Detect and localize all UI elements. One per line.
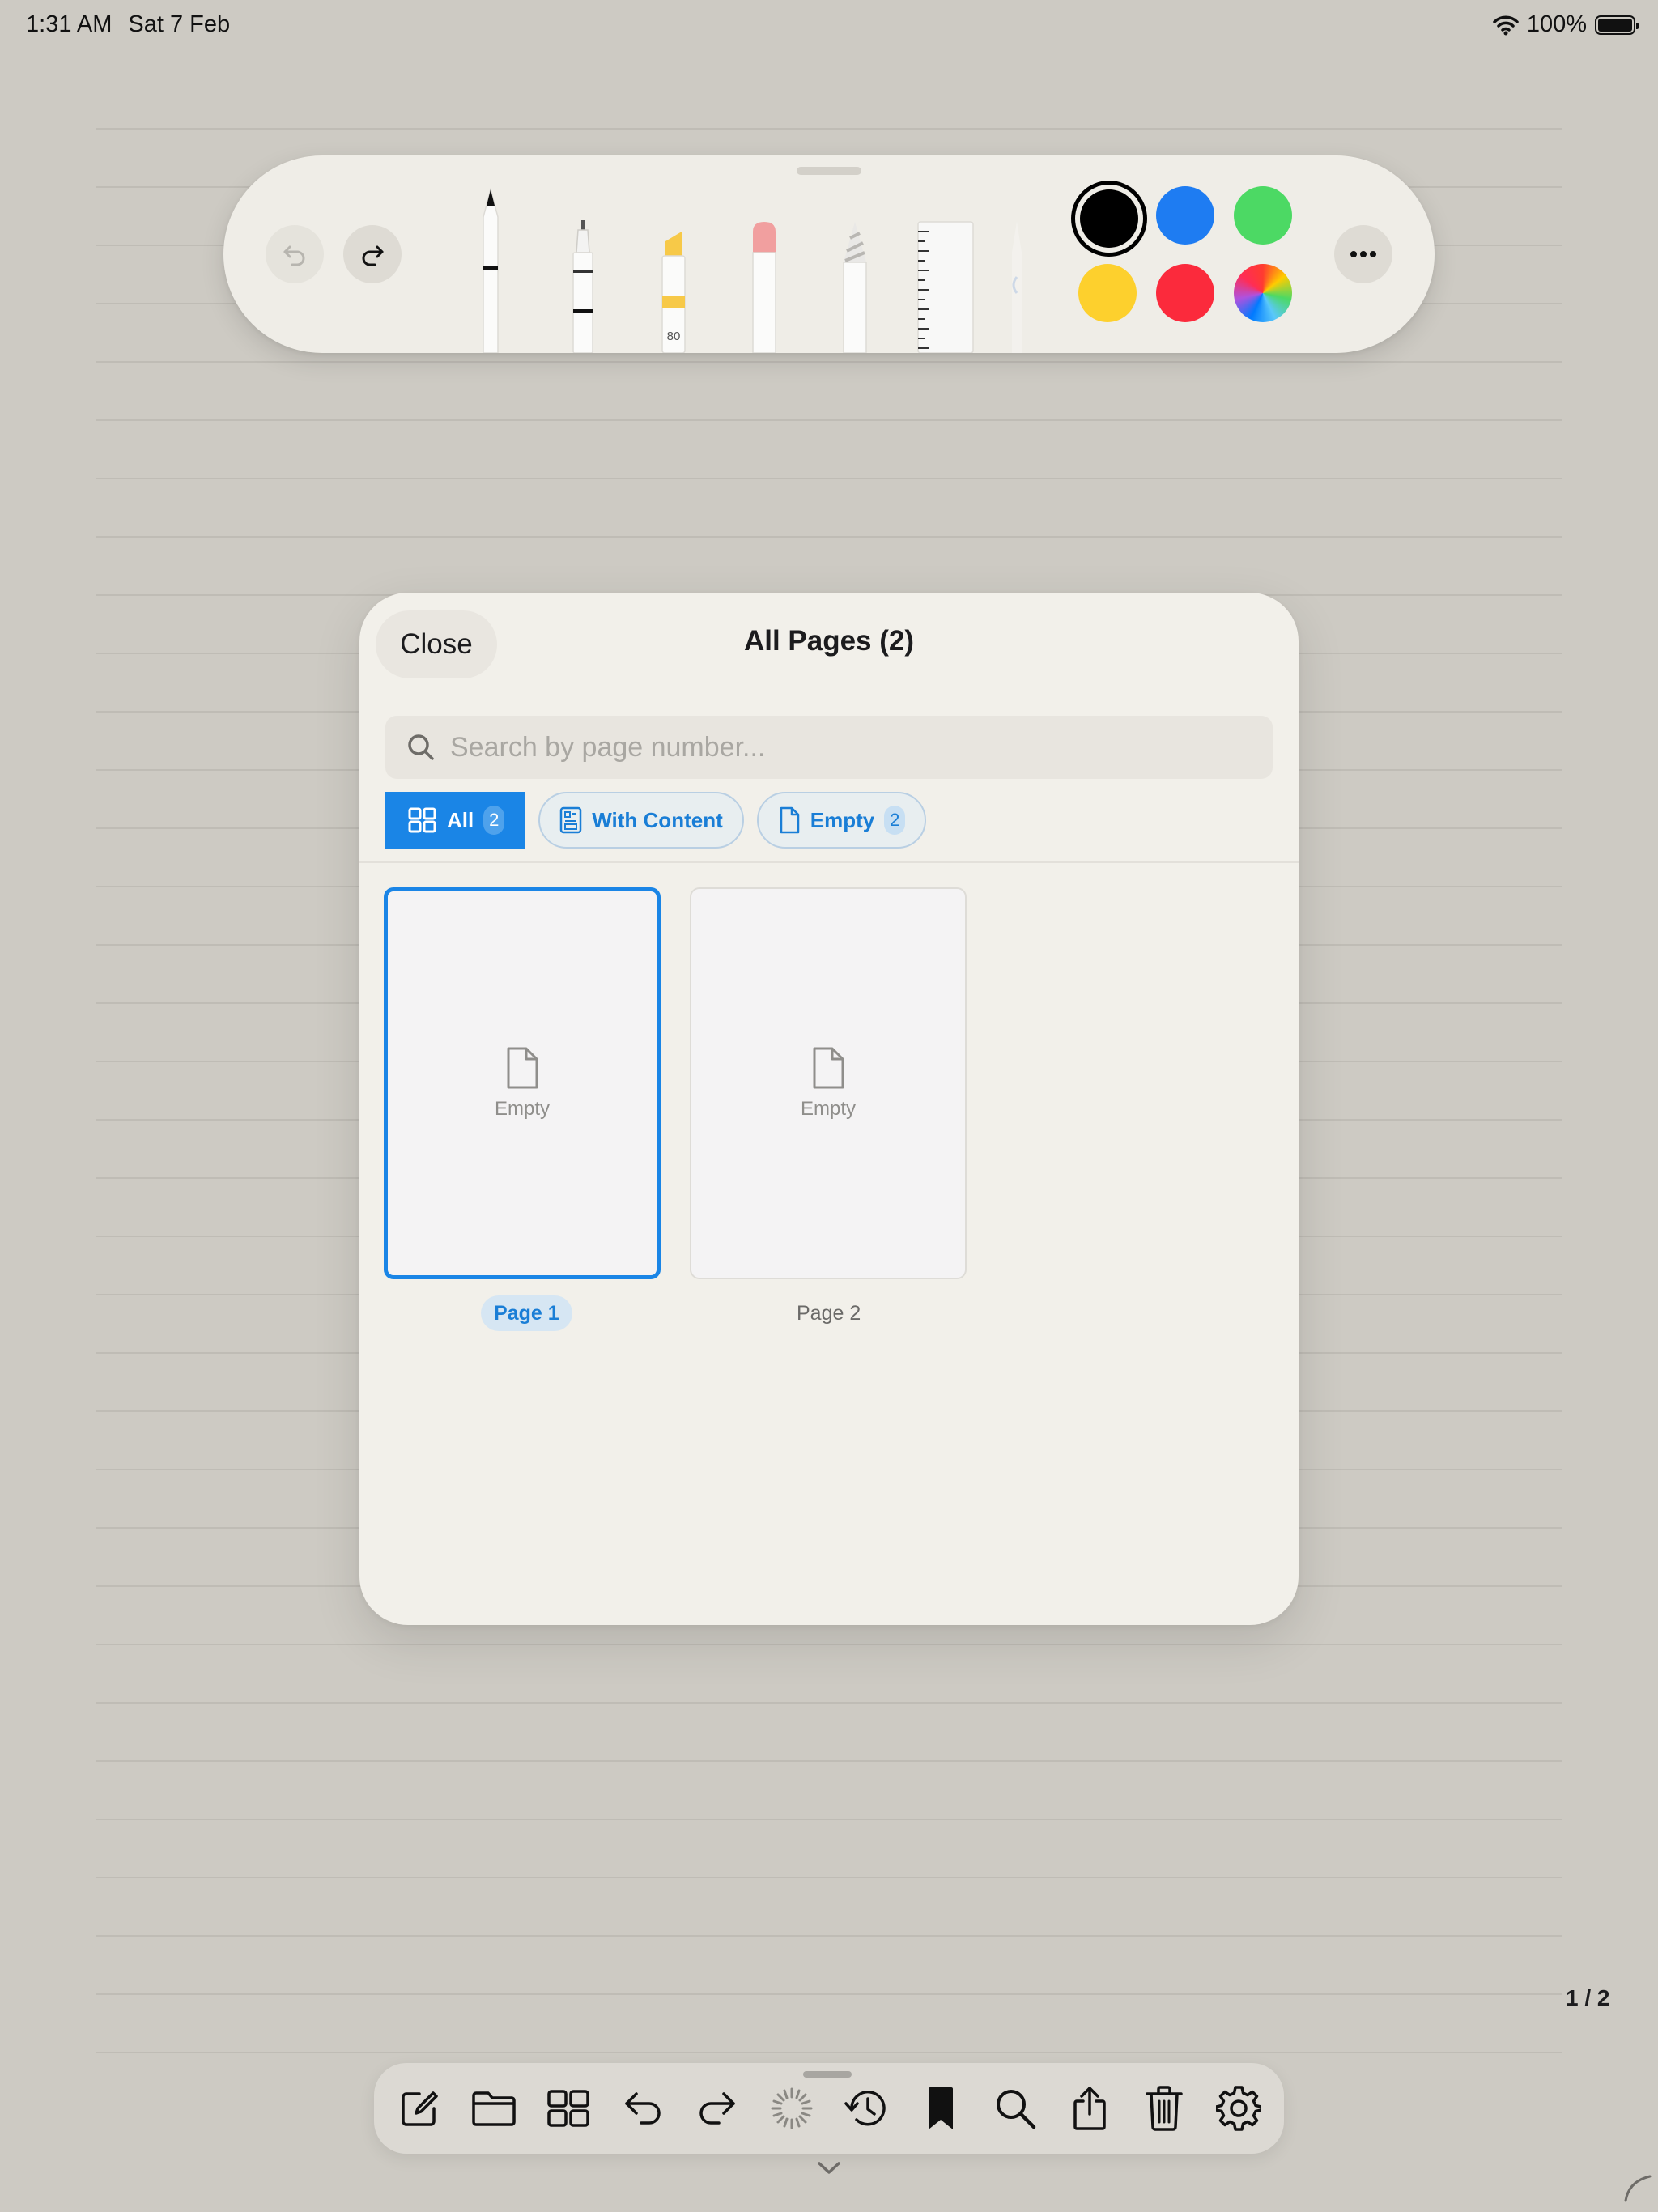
ruled-line bbox=[96, 1935, 1562, 1937]
folder-button[interactable] bbox=[468, 2082, 520, 2134]
undo-icon bbox=[625, 2092, 661, 2125]
grid-icon bbox=[547, 2090, 589, 2127]
color-swatch-red[interactable] bbox=[1156, 264, 1214, 322]
status-time-date: 1:31 AM Sat 7 Feb bbox=[26, 11, 230, 38]
page-empty-label: Empty bbox=[800, 1098, 856, 1120]
filter-chips: All 2 With Content Empty 2 bbox=[385, 792, 927, 849]
collapse-chevron-icon[interactable] bbox=[816, 2160, 842, 2176]
lasso-tool-icon[interactable] bbox=[1007, 220, 1027, 353]
page-empty-label: Empty bbox=[494, 1098, 550, 1120]
battery-percent: 100% bbox=[1526, 11, 1587, 37]
page-thumbnail-1[interactable]: Empty bbox=[384, 887, 661, 1279]
toolbar-grabber[interactable] bbox=[797, 167, 861, 175]
color-swatch-green[interactable] bbox=[1234, 186, 1292, 245]
highlighter-size-label: 80 bbox=[667, 330, 681, 343]
panel-title: All Pages (2) bbox=[743, 625, 915, 657]
search-input[interactable] bbox=[450, 731, 1273, 764]
loading-icon bbox=[771, 2087, 813, 2129]
filter-with-content-label: With Content bbox=[592, 807, 723, 832]
redo-icon bbox=[699, 2092, 735, 2125]
filter-all[interactable]: All 2 bbox=[385, 792, 526, 849]
sync-button[interactable] bbox=[766, 2082, 818, 2134]
search-button[interactable] bbox=[989, 2082, 1041, 2134]
color-swatch-black[interactable] bbox=[1080, 189, 1138, 248]
bottom-toolbar bbox=[374, 2063, 1284, 2154]
undo-button[interactable] bbox=[617, 2082, 669, 2134]
search-bar[interactable] bbox=[385, 716, 1273, 779]
history-icon bbox=[844, 2091, 886, 2126]
panel-divider bbox=[359, 861, 1299, 863]
ruled-line bbox=[96, 1760, 1562, 1762]
ruled-line bbox=[96, 128, 1562, 130]
history-button[interactable] bbox=[840, 2082, 892, 2134]
trash-icon bbox=[1146, 2086, 1183, 2131]
share-button[interactable] bbox=[1064, 2082, 1116, 2134]
status-time: 1:31 AM bbox=[26, 11, 113, 37]
redo-icon bbox=[362, 245, 384, 266]
folder-icon bbox=[472, 2091, 516, 2126]
document-content-icon bbox=[559, 806, 582, 834]
color-swatch-blue[interactable] bbox=[1156, 186, 1214, 245]
page-counter: 1 / 2 bbox=[1566, 1985, 1610, 2010]
fineliner-tool-icon[interactable] bbox=[562, 220, 604, 353]
ruled-line bbox=[96, 361, 1562, 363]
color-picker-wheel[interactable] bbox=[1234, 264, 1292, 322]
undo-icon bbox=[283, 245, 305, 266]
page-label-1: Page 1 bbox=[481, 1295, 572, 1331]
bottom-toolbar-grabber[interactable] bbox=[803, 2071, 852, 2078]
filter-empty-count: 2 bbox=[884, 806, 906, 835]
highlighter-tool-icon[interactable]: 80 bbox=[651, 223, 696, 353]
status-date: Sat 7 Feb bbox=[128, 11, 231, 37]
ruler-tool-icon[interactable] bbox=[916, 220, 975, 353]
ruled-line bbox=[96, 478, 1562, 479]
document-icon bbox=[507, 1047, 538, 1089]
document-icon bbox=[813, 1047, 844, 1089]
settings-button[interactable] bbox=[1213, 2082, 1265, 2134]
delete-button[interactable] bbox=[1138, 2082, 1190, 2134]
pencil-toolbar: 80 bbox=[223, 155, 1435, 353]
filter-empty-label: Empty bbox=[810, 807, 875, 832]
eraser-tool-icon[interactable] bbox=[742, 220, 787, 353]
filter-with-content[interactable]: With Content bbox=[538, 792, 744, 849]
new-note-button[interactable] bbox=[393, 2082, 445, 2134]
pencil-undo-button[interactable] bbox=[266, 225, 324, 283]
grid-icon bbox=[408, 807, 436, 833]
page-grid-button[interactable] bbox=[542, 2082, 594, 2134]
ruled-line bbox=[96, 1819, 1562, 1820]
bookmark-icon bbox=[929, 2087, 953, 2129]
pencil-tool-icon[interactable] bbox=[832, 220, 878, 353]
status-indicators: 100% bbox=[1493, 11, 1639, 38]
ruled-line bbox=[96, 1702, 1562, 1704]
ruled-line bbox=[96, 1993, 1562, 1995]
battery-icon bbox=[1595, 15, 1639, 35]
filter-all-count: 2 bbox=[483, 806, 505, 835]
search-icon bbox=[408, 734, 434, 760]
color-swatch-yellow[interactable] bbox=[1078, 264, 1137, 322]
ruled-line bbox=[96, 419, 1562, 421]
compose-icon bbox=[402, 2091, 438, 2126]
ruled-line bbox=[96, 536, 1562, 538]
wifi-icon bbox=[1493, 15, 1519, 35]
search-icon bbox=[997, 2090, 1036, 2129]
page-label-2: Page 2 bbox=[797, 1301, 861, 1325]
page-thumbnail-2[interactable]: Empty bbox=[690, 887, 967, 1279]
filter-all-label: All bbox=[447, 807, 474, 832]
pencil-more-button[interactable] bbox=[1334, 225, 1392, 283]
document-icon bbox=[780, 806, 799, 834]
more-icon bbox=[1350, 251, 1376, 257]
share-icon bbox=[1073, 2087, 1106, 2130]
redo-button[interactable] bbox=[691, 2082, 743, 2134]
quick-note-corner-icon[interactable] bbox=[1622, 2173, 1652, 2202]
bookmark-button[interactable] bbox=[915, 2082, 967, 2134]
status-bar: 1:31 AM Sat 7 Feb 100% bbox=[0, 0, 1658, 53]
ruled-line bbox=[96, 2052, 1562, 2053]
pencil-redo-button[interactable] bbox=[343, 225, 402, 283]
settings-icon bbox=[1216, 2086, 1261, 2131]
pen-tool-icon[interactable] bbox=[471, 188, 510, 353]
ruled-line bbox=[96, 1877, 1562, 1878]
ruled-line bbox=[96, 1644, 1562, 1645]
all-pages-panel: Close All Pages (2) All 2 bbox=[359, 593, 1299, 1625]
filter-empty[interactable]: Empty 2 bbox=[756, 792, 927, 849]
